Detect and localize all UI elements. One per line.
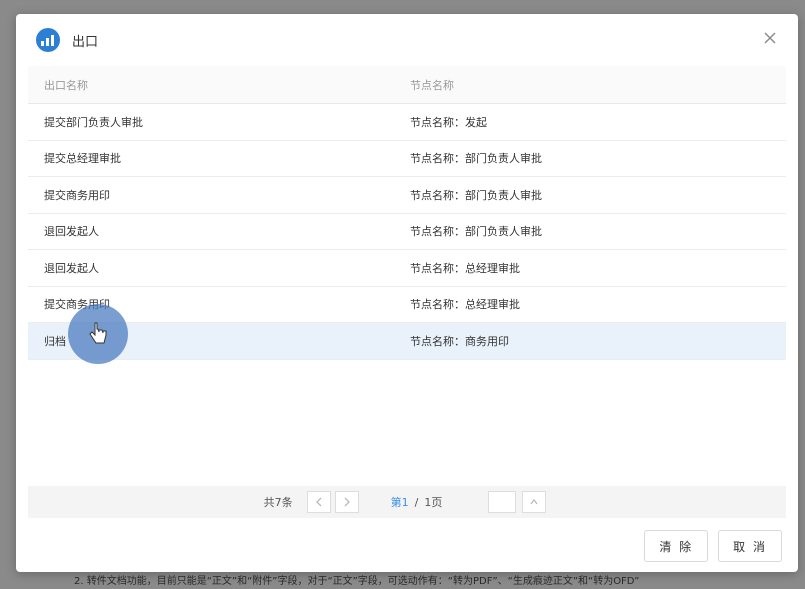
dialog-header: 出口 xyxy=(16,14,798,66)
table-row[interactable]: 提交商务用印 节点名称：总经理审批 xyxy=(28,287,786,323)
node-name-cell: 节点名称：部门负责人审批 xyxy=(410,225,542,239)
dialog-footer: 清 除 取 消 xyxy=(644,530,782,562)
exit-name-cell: 提交部门负责人审批 xyxy=(44,115,143,129)
workflow-logo-icon xyxy=(36,28,60,52)
pagination-separator: / xyxy=(414,495,419,509)
node-name-cell: 节点名称：部门负责人审批 xyxy=(410,188,542,202)
node-name-cell: 节点名称：部门负责人审批 xyxy=(410,152,542,166)
node-name-cell: 节点名称：总经理审批 xyxy=(410,298,520,312)
node-name-cell: 节点名称：总经理审批 xyxy=(410,261,520,275)
table-row[interactable]: 提交商务用印 节点名称：部门负责人审批 xyxy=(28,177,786,214)
page-jump-input[interactable] xyxy=(488,491,517,513)
close-icon[interactable] xyxy=(760,28,780,48)
table-row[interactable]: 退回发起人 节点名称：总经理审批 xyxy=(28,250,786,287)
table-row[interactable]: 退回发起人 节点名称：部门负责人审批 xyxy=(28,214,786,250)
exit-name-cell: 提交总经理审批 xyxy=(44,152,121,166)
table-header: 出口名称 节点名称 xyxy=(28,66,786,104)
table-row[interactable]: 提交部门负责人审批 节点名称：发起 xyxy=(28,104,786,141)
exit-name-cell: 提交商务用印 xyxy=(44,188,110,202)
go-page-button[interactable] xyxy=(522,491,547,513)
dialog-title: 出口 xyxy=(72,34,99,50)
cancel-button[interactable]: 取 消 xyxy=(718,530,782,562)
node-name-cell: 节点名称：商务用印 xyxy=(410,334,509,348)
pagination-pages: 1页 xyxy=(424,496,443,509)
pagination-total: 共7条 xyxy=(263,496,293,509)
table-body: 提交部门负责人审批 节点名称：发起 提交总经理审批 节点名称：部门负责人审批 提交商务用… xyxy=(28,104,786,360)
pagination: 共7条 第1 / 1页 xyxy=(28,486,786,518)
table-row[interactable]: 归档 节点名称：商务用印 xyxy=(28,323,786,360)
background-page-text: 2. 转件文档功能，目前只能是“正文”和“附件”字段，对于“正文”字段，可选动作… xyxy=(74,576,640,587)
exit-name-cell: 退回发起人 xyxy=(44,225,99,239)
clear-button[interactable]: 清 除 xyxy=(644,530,709,562)
prev-page-button[interactable] xyxy=(306,491,331,513)
next-page-button[interactable] xyxy=(334,491,359,513)
column-header-node-name: 节点名称 xyxy=(410,78,454,92)
exit-table: 出口名称 节点名称 提交部门负责人审批 节点名称：发起 提交总经理审批 节点名称：部门… xyxy=(28,66,786,360)
pagination-current: 第1 xyxy=(390,496,409,509)
column-header-exit-name: 出口名称 xyxy=(44,78,88,92)
exit-name-cell: 退回发起人 xyxy=(44,261,99,275)
node-name-cell: 节点名称：发起 xyxy=(410,115,487,129)
table-row[interactable]: 提交总经理审批 节点名称：部门负责人审批 xyxy=(28,141,786,177)
pointer-cursor-icon xyxy=(68,304,128,364)
exit-dialog: 出口 出口名称 节点名称 提交部门负责人审批 节点名称：发起 提交总经理审批 节点名称… xyxy=(16,14,798,572)
